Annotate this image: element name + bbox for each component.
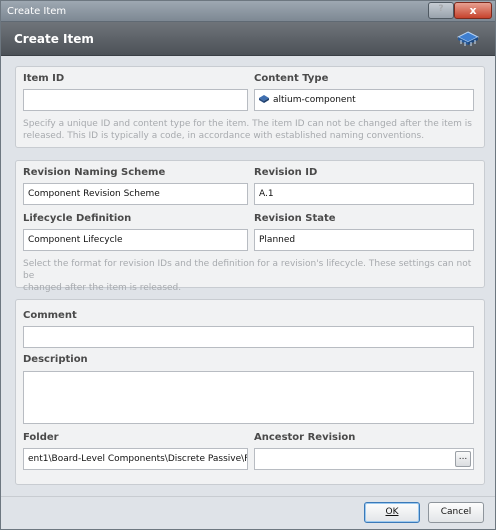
help-button[interactable]: ? — [428, 2, 454, 19]
folder-input[interactable]: ent1\Board-Level Components\Discrete Pas… — [23, 448, 248, 470]
ancestor-revision-field[interactable]: ... — [254, 448, 474, 470]
chip-icon — [457, 31, 479, 46]
ok-button-label: OK — [385, 507, 399, 517]
component-type-icon — [259, 95, 269, 103]
identity-panel: Item ID Content Type altium-component Sp… — [15, 66, 485, 148]
header-banner: Create Item — [1, 22, 495, 56]
window-title: Create Item — [7, 6, 67, 17]
create-item-dialog: Create Item ? x Create Item Item ID Cont… — [0, 0, 496, 530]
identity-help-text: Specify a unique ID and content type for… — [23, 118, 472, 142]
identity-help-line-1: Specify a unique ID and content type for… — [23, 119, 472, 129]
identity-help-line-2: released. This ID is typically a code, i… — [23, 131, 425, 141]
close-button[interactable]: x — [454, 2, 492, 19]
banner-title: Create Item — [14, 32, 94, 46]
dialog-footer: OK Cancel — [1, 496, 495, 529]
revision-help-line-1: Select the format for revision IDs and t… — [23, 259, 472, 281]
ok-button[interactable]: OK — [364, 502, 420, 523]
comment-input[interactable] — [23, 326, 474, 348]
browse-button[interactable]: ... — [455, 451, 471, 467]
ancestor-revision-label: Ancestor Revision — [254, 432, 356, 443]
cancel-button[interactable]: Cancel — [428, 502, 484, 523]
comment-label: Comment — [23, 310, 77, 321]
description-textarea[interactable] — [23, 371, 474, 424]
naming-scheme-select[interactable]: Component Revision Scheme — [23, 183, 248, 205]
revision-id-field[interactable]: A.1 — [254, 183, 474, 205]
content-type-value: altium-component — [273, 95, 356, 105]
content-type-label: Content Type — [254, 73, 329, 84]
folder-label: Folder — [23, 432, 59, 443]
revision-id-label: Revision ID — [254, 167, 318, 178]
naming-scheme-label: Revision Naming Scheme — [23, 167, 166, 178]
lifecycle-label: Lifecycle Definition — [23, 213, 132, 224]
item-id-input[interactable] — [23, 89, 248, 111]
title-bar[interactable]: Create Item ? x — [1, 1, 495, 22]
description-label: Description — [23, 354, 88, 365]
revision-help-text: Select the format for revision IDs and t… — [23, 258, 484, 294]
revision-state-label: Revision State — [254, 213, 336, 224]
item-id-label: Item ID — [23, 73, 65, 84]
lifecycle-select[interactable]: Component Lifecycle — [23, 229, 248, 251]
content-type-select[interactable]: altium-component — [254, 89, 474, 111]
revision-state-field[interactable]: Planned — [254, 229, 474, 251]
revision-panel: Revision Naming Scheme Component Revisio… — [15, 160, 485, 293]
revision-help-line-2: changed after the item is released. — [23, 283, 182, 293]
details-panel: Comment Description Folder ent1\Board-Le… — [15, 299, 485, 485]
